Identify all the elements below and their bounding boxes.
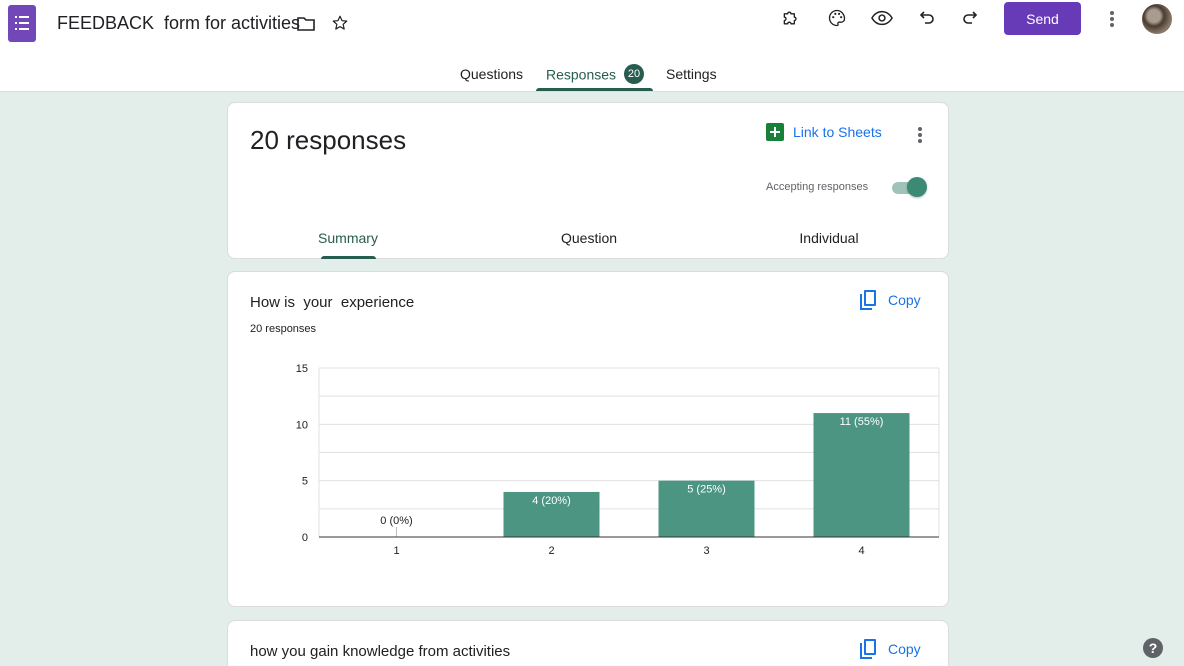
data-label: 5 (25%) xyxy=(687,484,726,496)
copy-chart-button[interactable]: Copy xyxy=(860,290,921,310)
y-tick-label: 0 xyxy=(302,532,308,544)
folder-icon[interactable] xyxy=(296,14,316,34)
form-title[interactable]: FEEDBACK form for activities xyxy=(57,13,300,34)
help-icon[interactable]: ? xyxy=(1143,638,1163,658)
copy-chart-button-2[interactable]: Copy xyxy=(860,639,921,659)
response-count-heading: 20 responses xyxy=(250,125,407,155)
copy-icon xyxy=(860,290,876,310)
star-icon[interactable] xyxy=(330,13,350,33)
responses-more-icon[interactable] xyxy=(918,127,922,145)
question-title: How is your experience xyxy=(250,294,415,311)
y-tick-label: 15 xyxy=(296,363,308,375)
tab-settings[interactable]: Settings xyxy=(666,66,717,82)
question-title-2: how you gain knowledge from activities xyxy=(250,643,511,660)
responses-summary-card: 20 responses Link to Sheets Accepting re… xyxy=(227,102,949,259)
x-tick-label: 2 xyxy=(548,545,554,557)
subtab-individual[interactable]: Individual xyxy=(799,230,858,246)
avatar[interactable] xyxy=(1142,4,1172,34)
more-vert-icon[interactable] xyxy=(1110,11,1114,29)
subtab-question[interactable]: Question xyxy=(561,230,617,246)
responses-count-badge: 20 xyxy=(624,64,645,84)
x-tick-label: 1 xyxy=(393,545,399,557)
sheets-icon xyxy=(766,123,784,141)
copy-icon xyxy=(860,639,876,659)
bar xyxy=(813,413,910,537)
y-tick-label: 5 xyxy=(302,476,308,488)
preview-eye-icon[interactable] xyxy=(870,7,894,29)
data-label: 11 (55%) xyxy=(840,416,884,428)
data-label: 4 (20%) xyxy=(532,495,571,507)
redo-icon[interactable] xyxy=(960,8,980,28)
tab-responses[interactable]: Responses 20 xyxy=(546,64,645,86)
send-button[interactable]: Send xyxy=(1004,2,1081,35)
x-tick-label: 4 xyxy=(858,545,864,557)
palette-icon[interactable] xyxy=(826,7,848,29)
form-tabs: Questions Responses 20 Settings xyxy=(0,56,1184,92)
question-summary-card: How is your experience 20 responses Copy… xyxy=(227,271,949,607)
subtab-indicator xyxy=(321,256,376,259)
addons-icon[interactable] xyxy=(780,7,802,29)
forms-app-icon[interactable] xyxy=(8,5,36,42)
x-tick-label: 3 xyxy=(703,545,709,557)
undo-icon[interactable] xyxy=(917,8,937,28)
data-label: 0 (0%) xyxy=(380,515,412,527)
question-response-count: 20 responses xyxy=(250,323,317,335)
tab-responses-label: Responses xyxy=(546,66,617,83)
y-tick-label: 10 xyxy=(296,419,308,431)
accepting-responses-label: Accepting responses xyxy=(766,181,869,193)
toggle-knob xyxy=(907,177,927,197)
question-summary-card-2: how you gain knowledge from activities C… xyxy=(227,620,949,666)
app-header: FEEDBACK form for activities Send Questi… xyxy=(0,0,1184,92)
subtab-summary[interactable]: Summary xyxy=(318,230,378,246)
link-to-sheets-button[interactable]: Link to Sheets xyxy=(766,123,882,141)
tab-questions[interactable]: Questions xyxy=(460,66,523,82)
copy-label-2: Copy xyxy=(888,641,921,657)
copy-label: Copy xyxy=(888,292,921,308)
bar-chart: 0 5 10 15 0 (0%) 1 4 (20%) 2 5 (25%) 3 11 (55%) 4 xyxy=(296,363,940,557)
link-to-sheets-label: Link to Sheets xyxy=(793,124,882,140)
active-tab-indicator xyxy=(536,88,653,91)
